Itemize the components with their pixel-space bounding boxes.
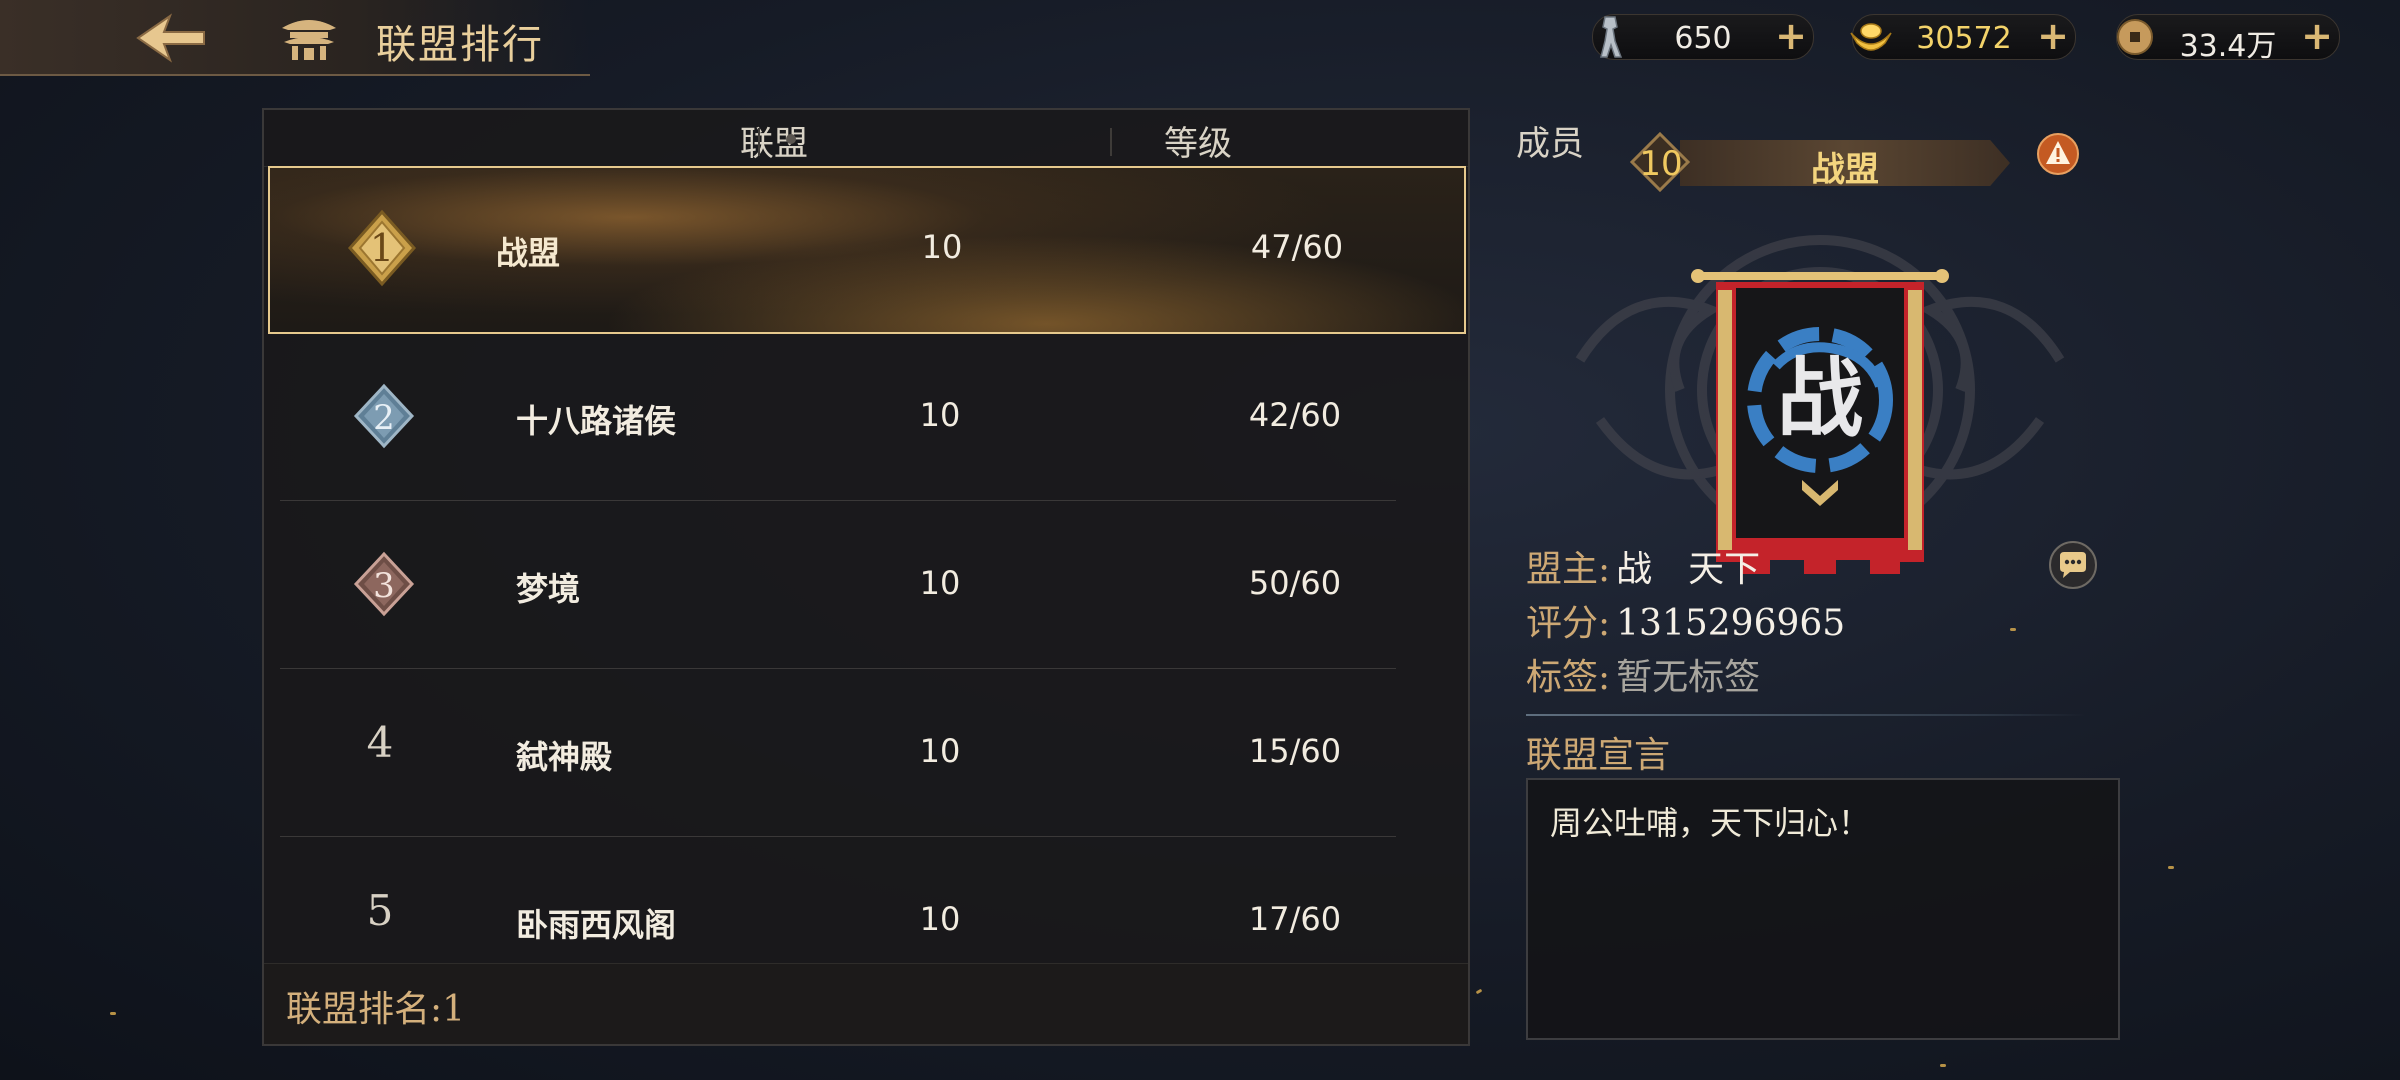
rank-number: 1 [370,226,394,270]
column-header-alliance: 联盟 [740,124,808,164]
declaration-text: 周公吐哺，天下归心！ [1550,804,1871,842]
alliance-level: 10 [919,396,961,434]
divider [1526,714,2086,716]
alliance-level: 10 [921,228,963,266]
alliance-level: 10 [919,732,961,770]
tags-row: 标签: 暂无标签 [1526,648,1760,700]
rank-number: 2 [373,398,395,438]
table-row[interactable]: 1 战盟 10 47/60 [268,166,1466,334]
alliance-members: 15/60 [1248,732,1342,770]
coin-icon [2117,19,2153,55]
alliance-detail-panel: 10 战盟 战 盟主: 战 天下 评分: 1315296965 标签: 暂无标签… [1500,110,2140,1050]
alliance-name: 弑神殿 [516,738,613,776]
top-bar: 联盟排行 650 + 30572 + 33.4万 + [0,0,2400,76]
declaration-title: 联盟宣言 [1526,735,1671,776]
add-gold-button[interactable]: + [2033,17,2073,57]
column-divider-dot [786,134,796,144]
gold-ingot-icon [1850,23,1892,51]
warning-icon [2037,133,2079,175]
alliance-level: 10 [919,900,961,938]
pavilion-icon [278,14,340,62]
column-divider [758,128,760,156]
alliance-level: 10 [919,564,961,602]
chat-button[interactable] [2048,540,2098,590]
my-alliance-rank: 联盟排名:1 [286,989,466,1030]
alliance-detail-header: 10 战盟 [1630,132,2030,192]
rank-badge-silver-icon: 2 [353,383,415,449]
alliance-name: 梦境 [516,570,581,608]
alliance-name: 卧雨西风阁 [516,906,677,944]
spark-decoration [110,1012,116,1015]
table-header: 联盟 等级 成员 [264,110,1584,167]
back-button[interactable] [130,10,210,66]
spark-decoration [1940,1064,1946,1067]
spark-decoration [1475,988,1483,995]
arrow-left-icon [136,13,205,63]
rank-number: 4 [366,718,394,767]
resource-stamina: 650 + [1592,14,1814,60]
alliance-name: 战盟 [496,234,561,272]
rank-number: 3 [373,566,395,606]
score-value: 1315296965 [1616,603,1846,644]
column-divider [1110,128,1112,156]
table-row[interactable]: 5 卧雨西风阁 10 17/60 [280,836,1396,962]
table-row[interactable]: 4 弑神殿 10 15/60 [280,668,1396,837]
resource-gold: 30572 + [1850,14,2076,60]
alliance-name: 十八路诸侯 [516,402,677,440]
alliance-members: 42/60 [1248,396,1342,434]
leader-row: 盟主: 战 天下 [1526,540,1760,592]
leader-name: 战 天下 [1616,549,1761,590]
soldier-icon [1600,16,1623,58]
alliance-name-title: 战盟 [1811,150,1879,190]
table-row[interactable]: 2 十八路诸侯 10 42/60 [280,332,1396,501]
rank-number: 5 [366,886,394,935]
alliance-members: 50/60 [1248,564,1342,602]
spark-decoration [2168,866,2174,869]
rank-badge-gold-icon: 1 [347,209,417,287]
table-row[interactable]: 3 梦境 10 50/60 [280,500,1396,669]
tags-value: 暂无标签 [1616,657,1761,698]
score-label: 评分: [1526,603,1611,644]
tags-label: 标签: [1526,657,1611,698]
gold-value: 30572 [1916,21,2012,56]
alliance-members: 47/60 [1250,228,1344,266]
resource-copper: 33.4万 + [2116,14,2340,64]
stamina-value: 650 [1674,21,1732,56]
speech-bubble-icon [2049,541,2097,589]
copper-value: 33.4万 [2179,29,2277,64]
leader-label: 盟主: [1526,549,1611,590]
column-header-level: 等级 [1164,124,1232,164]
add-copper-button[interactable]: + [2297,17,2337,57]
report-button[interactable] [2036,132,2080,176]
add-stamina-button[interactable]: + [1771,17,1811,57]
ranking-footer: 联盟排名:1 [264,963,1468,1044]
alliance-members: 17/60 [1248,900,1342,938]
page-title: 联盟排行 [376,22,544,68]
score-row: 评分: 1315296965 [1526,594,1845,646]
emblem-character: 战 [1777,348,1863,449]
ranking-panel: 联盟 等级 成员 1 战盟 10 47/60 2 十八路诸侯 10 42/60 [262,108,1584,1046]
rank-badge-bronze-icon: 3 [353,551,415,617]
declaration-box: 周公吐哺，天下归心！ [1526,778,2120,1040]
